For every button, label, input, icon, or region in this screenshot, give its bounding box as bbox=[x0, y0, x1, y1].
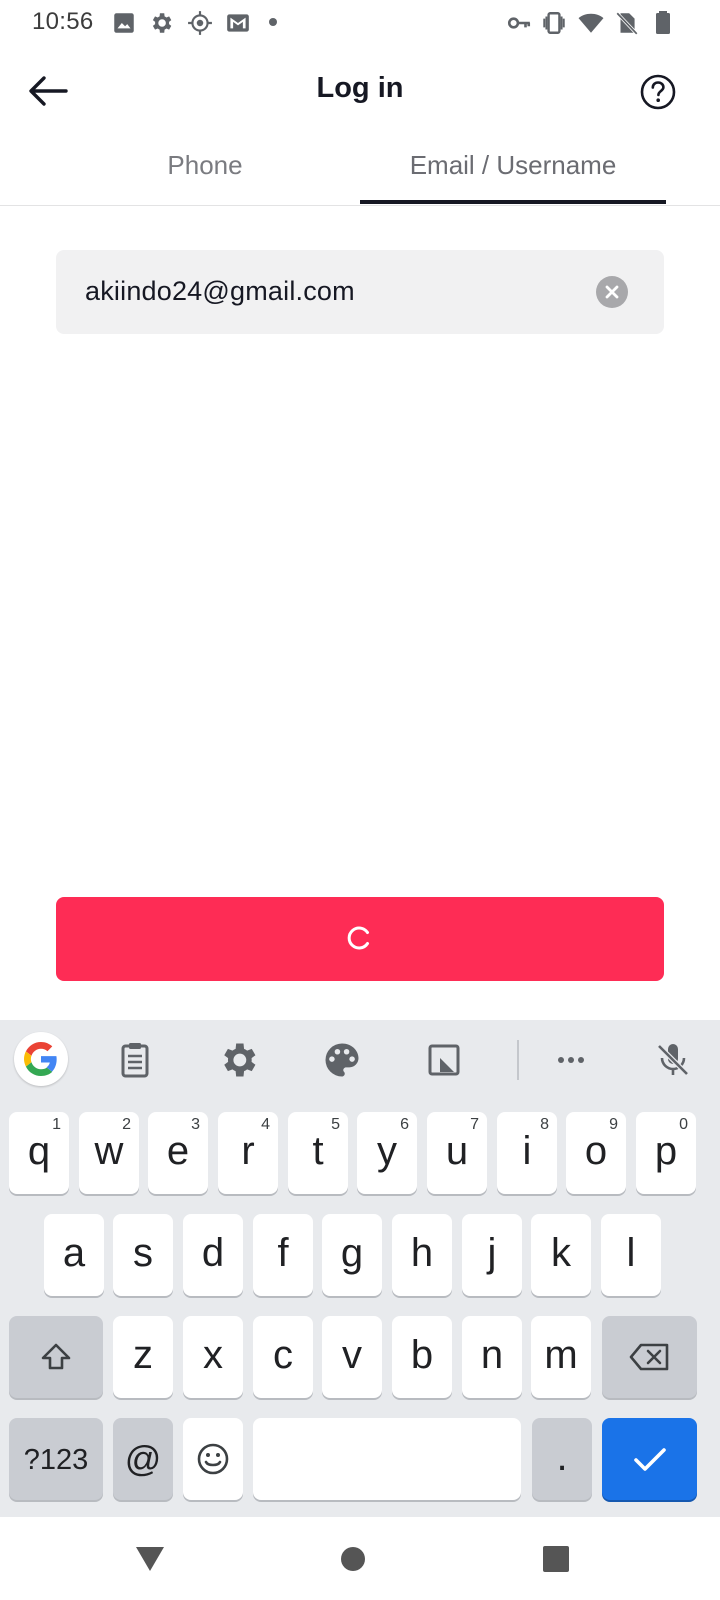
home-circle-icon[interactable] bbox=[333, 1539, 373, 1579]
key-j[interactable]: j bbox=[462, 1214, 522, 1296]
key-e[interactable]: 3e bbox=[148, 1112, 208, 1194]
key-l[interactable]: l bbox=[601, 1214, 661, 1296]
keyboard-toolbar bbox=[0, 1020, 720, 1100]
vpn-key-icon bbox=[506, 10, 532, 36]
checkmark-icon bbox=[633, 1448, 666, 1471]
spinner-icon bbox=[343, 922, 375, 954]
clear-icon bbox=[605, 285, 619, 299]
location-icon bbox=[187, 10, 213, 36]
key-p[interactable]: 0p bbox=[636, 1112, 696, 1194]
wifi-icon bbox=[578, 10, 604, 36]
active-tab-indicator bbox=[360, 200, 666, 204]
key-c[interactable]: c bbox=[253, 1316, 313, 1398]
key-s[interactable]: s bbox=[113, 1214, 173, 1296]
key-b[interactable]: b bbox=[392, 1316, 452, 1398]
key-g[interactable]: g bbox=[322, 1214, 382, 1296]
email-field[interactable]: akiindo24@gmail.com bbox=[56, 250, 664, 334]
tab-email-username[interactable]: Email / Username bbox=[360, 150, 666, 181]
image-icon bbox=[111, 10, 137, 36]
help-circle-icon bbox=[640, 74, 676, 110]
back-triangle-icon[interactable] bbox=[130, 1539, 170, 1579]
clipboard-icon[interactable] bbox=[113, 1038, 157, 1082]
google-icon[interactable] bbox=[14, 1032, 68, 1086]
key-m[interactable]: m bbox=[531, 1316, 591, 1398]
settings-icon[interactable] bbox=[216, 1038, 260, 1082]
clear-input-button[interactable] bbox=[596, 276, 628, 308]
palette-icon[interactable] bbox=[320, 1038, 364, 1082]
backspace-icon bbox=[629, 1343, 668, 1371]
key-o[interactable]: 9o bbox=[566, 1112, 626, 1194]
shift-arrow-icon bbox=[41, 1343, 71, 1370]
help-button[interactable] bbox=[638, 72, 678, 112]
symbols-key[interactable]: ?123 bbox=[9, 1418, 103, 1500]
settings-icon bbox=[148, 10, 174, 36]
gmail-icon bbox=[225, 10, 251, 36]
key-u[interactable]: 7u bbox=[427, 1112, 487, 1194]
key-z[interactable]: z bbox=[113, 1316, 173, 1398]
soft-keyboard: 1q 2w 3e 4r 5t 6y 7u 8i 9o 0p a s d f g … bbox=[0, 1020, 720, 1517]
key-t[interactable]: 5t bbox=[288, 1112, 348, 1194]
more-icon[interactable] bbox=[549, 1038, 593, 1082]
key-w[interactable]: 2w bbox=[79, 1112, 139, 1194]
key-y[interactable]: 6y bbox=[357, 1112, 417, 1194]
recents-square-icon[interactable] bbox=[536, 1539, 576, 1579]
emoji-icon bbox=[197, 1443, 229, 1475]
key-d[interactable]: d bbox=[183, 1214, 243, 1296]
login-submit-button[interactable] bbox=[56, 897, 664, 981]
floating-keyboard-icon[interactable] bbox=[422, 1038, 466, 1082]
at-key[interactable]: @ bbox=[113, 1418, 173, 1500]
key-f[interactable]: f bbox=[253, 1214, 313, 1296]
key-i[interactable]: 8i bbox=[497, 1112, 557, 1194]
email-input-value[interactable]: akiindo24@gmail.com bbox=[85, 276, 355, 307]
status-bar: 10:56 bbox=[0, 0, 720, 48]
no-sim-icon bbox=[614, 10, 640, 36]
key-k[interactable]: k bbox=[531, 1214, 591, 1296]
app-header: Log in bbox=[0, 48, 720, 132]
key-h[interactable]: h bbox=[392, 1214, 452, 1296]
period-key[interactable]: . bbox=[532, 1418, 592, 1500]
key-r[interactable]: 4r bbox=[218, 1112, 278, 1194]
enter-key[interactable] bbox=[602, 1418, 697, 1500]
key-x[interactable]: x bbox=[183, 1316, 243, 1398]
backspace-key[interactable] bbox=[602, 1316, 697, 1398]
login-method-tabs: Phone Email / Username bbox=[0, 132, 720, 206]
mic-off-icon[interactable] bbox=[651, 1038, 695, 1082]
system-nav-bar bbox=[0, 1517, 720, 1600]
key-q[interactable]: 1q bbox=[9, 1112, 69, 1194]
shift-key[interactable] bbox=[9, 1316, 103, 1398]
dot-icon bbox=[264, 10, 282, 36]
page-title: Log in bbox=[316, 72, 404, 104]
key-a[interactable]: a bbox=[44, 1214, 104, 1296]
vibrate-icon bbox=[541, 10, 567, 36]
emoji-key[interactable] bbox=[183, 1418, 243, 1500]
space-key[interactable] bbox=[253, 1418, 521, 1500]
key-n[interactable]: n bbox=[462, 1316, 522, 1398]
tab-phone[interactable]: Phone bbox=[110, 150, 300, 181]
toolbar-divider bbox=[517, 1040, 519, 1080]
status-time: 10:56 bbox=[32, 8, 94, 35]
battery-icon bbox=[652, 10, 674, 36]
key-v[interactable]: v bbox=[322, 1316, 382, 1398]
